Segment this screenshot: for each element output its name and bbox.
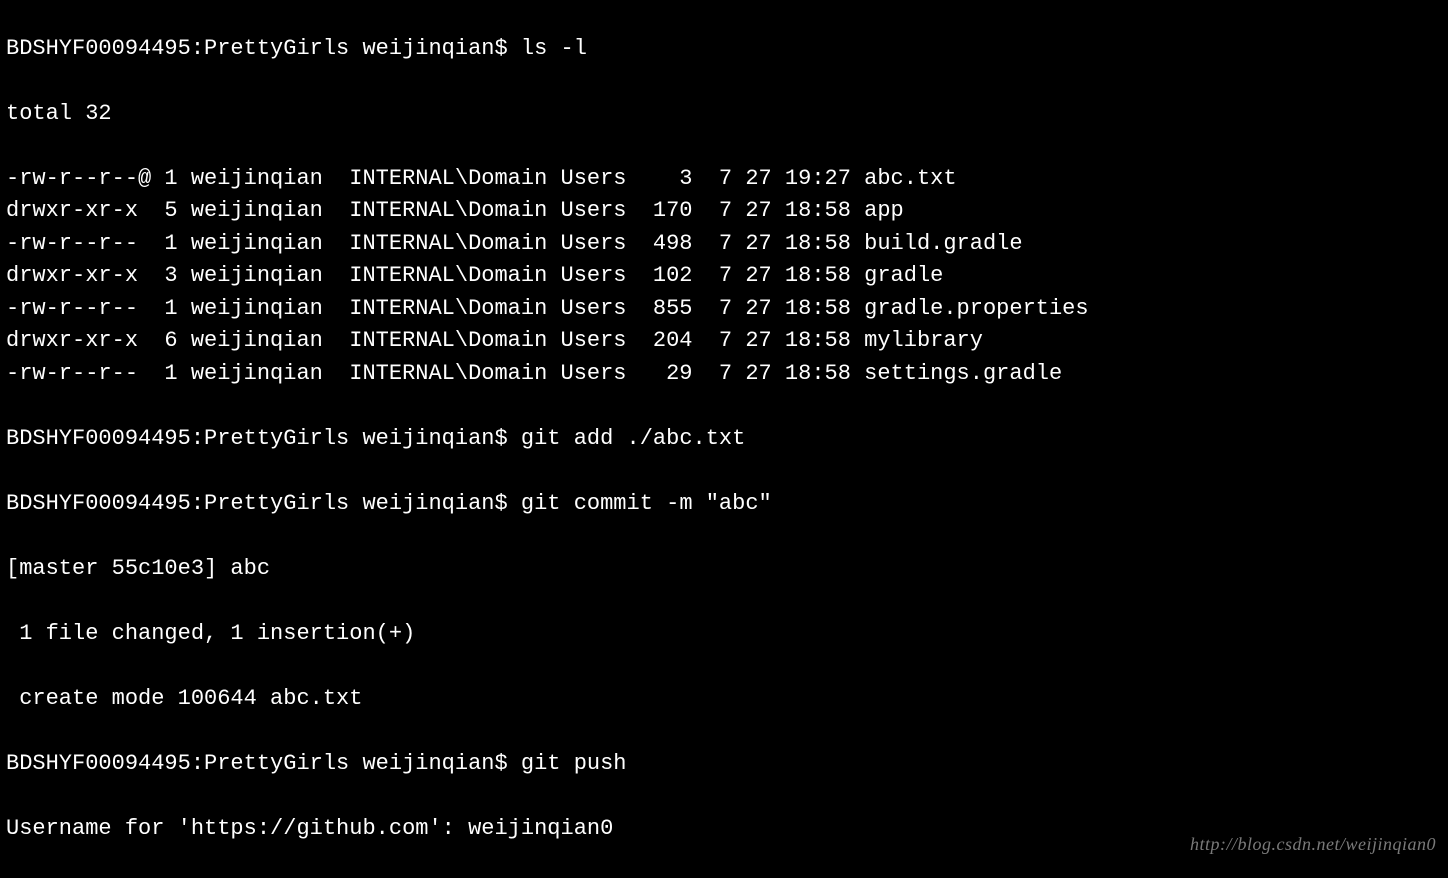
ls-row: -rw-r--r-- 1 weijinqian INTERNAL\Domain … bbox=[6, 293, 1442, 326]
prompt: BDSHYF00094495:PrettyGirls weijinqian$ bbox=[6, 751, 521, 776]
terminal-line: BDSHYF00094495:PrettyGirls weijinqian$ g… bbox=[6, 423, 1442, 456]
terminal[interactable]: BDSHYF00094495:PrettyGirls weijinqian$ l… bbox=[0, 0, 1448, 878]
prompt: BDSHYF00094495:PrettyGirls weijinqian$ bbox=[6, 36, 521, 61]
prompt: BDSHYF00094495:PrettyGirls weijinqian$ bbox=[6, 491, 521, 516]
terminal-line: BDSHYF00094495:PrettyGirls weijinqian$ l… bbox=[6, 33, 1442, 66]
ls-row: -rw-r--r-- 1 weijinqian INTERNAL\Domain … bbox=[6, 228, 1442, 261]
commit-output: 1 file changed, 1 insertion(+) bbox=[6, 618, 1442, 651]
ls-row: drwxr-xr-x 6 weijinqian INTERNAL\Domain … bbox=[6, 325, 1442, 358]
command-git-push: git push bbox=[521, 751, 627, 776]
ls-row: -rw-r--r-- 1 weijinqian INTERNAL\Domain … bbox=[6, 358, 1442, 391]
ls-row: -rw-r--r--@ 1 weijinqian INTERNAL\Domain… bbox=[6, 163, 1442, 196]
command-ls: ls -l bbox=[521, 36, 587, 61]
ls-row: drwxr-xr-x 3 weijinqian INTERNAL\Domain … bbox=[6, 260, 1442, 293]
command-git-add: git add ./abc.txt bbox=[521, 426, 745, 451]
ls-total: total 32 bbox=[6, 98, 1442, 131]
watermark: http://blog.csdn.net/weijinqian0 bbox=[1190, 828, 1436, 861]
prompt: BDSHYF00094495:PrettyGirls weijinqian$ bbox=[6, 426, 521, 451]
terminal-line: BDSHYF00094495:PrettyGirls weijinqian$ g… bbox=[6, 488, 1442, 521]
ls-row: drwxr-xr-x 5 weijinqian INTERNAL\Domain … bbox=[6, 195, 1442, 228]
commit-output: [master 55c10e3] abc bbox=[6, 553, 1442, 586]
commit-output: create mode 100644 abc.txt bbox=[6, 683, 1442, 716]
terminal-line: BDSHYF00094495:PrettyGirls weijinqian$ g… bbox=[6, 748, 1442, 781]
command-git-commit: git commit -m "abc" bbox=[521, 491, 772, 516]
